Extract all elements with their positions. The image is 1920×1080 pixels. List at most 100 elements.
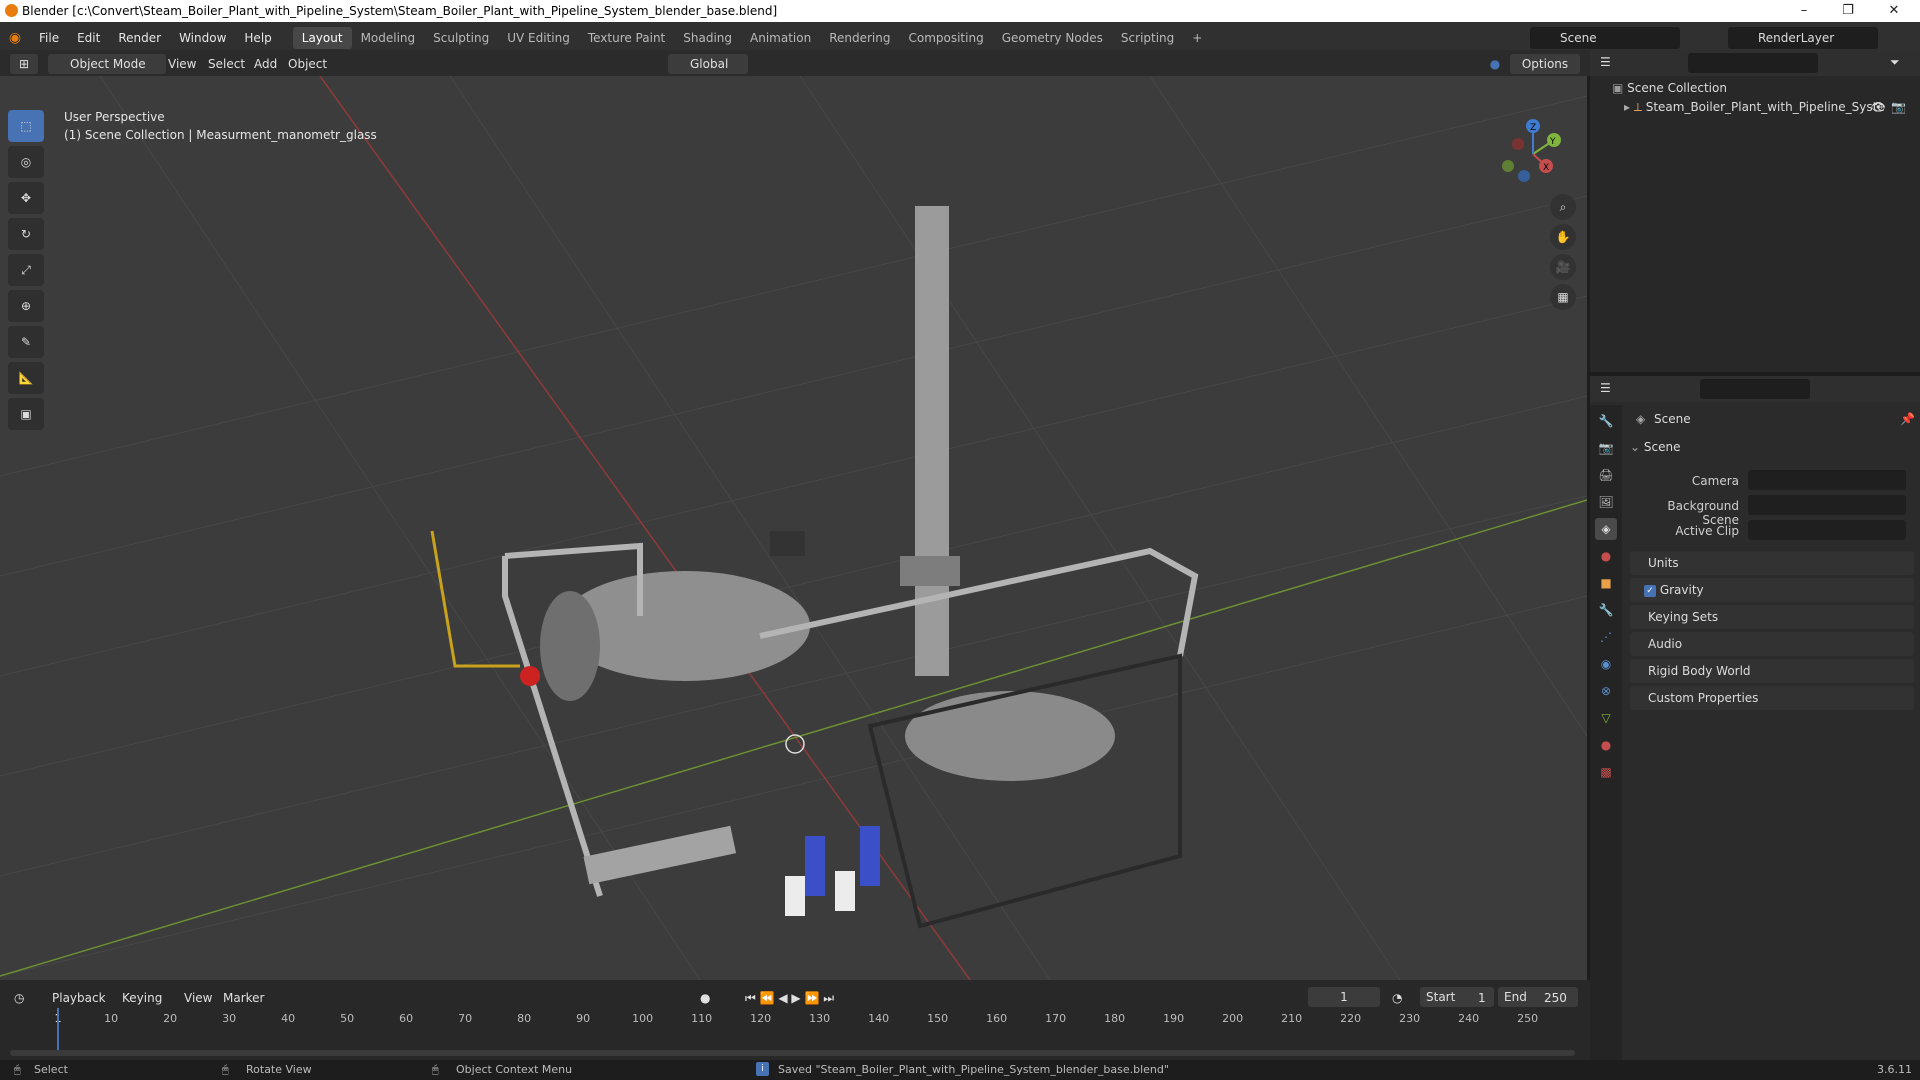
rotate-icon[interactable]: ↻ — [8, 218, 44, 250]
menu-view[interactable]: View — [168, 54, 196, 74]
frame-tick: 90 — [576, 1012, 591, 1025]
tool-tab-icon[interactable]: 🔧 — [1595, 410, 1617, 432]
object-tab-icon[interactable]: ■ — [1595, 572, 1617, 594]
modifier-tab-icon[interactable]: 🔧 — [1595, 599, 1617, 621]
expand-arrow-icon[interactable]: ▸ — [1624, 100, 1630, 114]
scene-selector[interactable]: Scene — [1530, 27, 1680, 49]
menu-timeline-view[interactable]: View — [184, 988, 212, 1008]
orientation-dropdown[interactable]: Global — [668, 54, 749, 74]
panel-audio[interactable]: Audio — [1630, 632, 1914, 656]
mode-dropdown[interactable]: Object Mode — [48, 54, 166, 74]
gravity-checkbox[interactable]: ✓ — [1644, 584, 1656, 597]
camera-view-icon[interactable]: 🎥 — [1550, 254, 1576, 280]
view-layer-selector[interactable]: RenderLayer — [1728, 27, 1878, 49]
pan-hand-icon[interactable]: ✋ — [1550, 224, 1576, 250]
move-icon[interactable]: ✥ — [8, 182, 44, 214]
navigation-buttons: ⌕ ✋ 🎥 ▦ — [1550, 194, 1576, 314]
world-tab-icon[interactable]: ● — [1595, 545, 1617, 567]
panel-keying-sets[interactable]: Keying Sets — [1630, 605, 1914, 629]
playhead[interactable] — [57, 1008, 59, 1054]
output-tab-icon[interactable]: 🖨 — [1595, 464, 1617, 486]
frame-ruler[interactable]: 1102030405060708090100110120130140150160… — [0, 1010, 1590, 1030]
collapse-arrow-icon[interactable]: ⌄ — [1630, 440, 1640, 454]
tab-geometry-nodes[interactable]: Geometry Nodes — [993, 27, 1112, 49]
tab-compositing[interactable]: Compositing — [899, 27, 992, 49]
annotate-icon[interactable]: ✎ — [8, 326, 44, 358]
3d-viewport[interactable]: User Perspective (1) Scene Collection | … — [0, 76, 1587, 980]
cursor-icon[interactable]: ◎ — [8, 146, 44, 178]
record-icon[interactable]: ● — [700, 988, 710, 1008]
panel-rigid-body-world[interactable]: Rigid Body World — [1630, 659, 1914, 683]
add-cube-icon[interactable]: ▣ — [8, 398, 44, 430]
outliner-editor-icon[interactable]: ☰ — [1600, 55, 1611, 69]
scale-icon[interactable]: ⤢ — [8, 254, 44, 286]
tab-uv-editing[interactable]: UV Editing — [498, 27, 579, 49]
particles-tab-icon[interactable]: ⋰ — [1595, 626, 1617, 648]
properties-editor-icon[interactable]: ☰ — [1600, 381, 1611, 395]
visibility-eye-icon[interactable]: 👁 — [1871, 100, 1886, 114]
measure-icon[interactable]: 📐 — [8, 362, 44, 394]
tab-rendering[interactable]: Rendering — [820, 27, 899, 49]
render-tab-icon[interactable]: 📷 — [1595, 437, 1617, 459]
outliner-search-input[interactable] — [1688, 53, 1818, 73]
panel-audio-label: Audio — [1648, 637, 1683, 651]
active-clip-input[interactable] — [1748, 520, 1906, 540]
end-value: 250 — [1544, 991, 1567, 1005]
gizmo-y-label: Y — [1549, 137, 1556, 147]
background-scene-field[interactable]: Background Scene — [1640, 495, 1914, 527]
add-workspace-button[interactable]: + — [1183, 27, 1211, 49]
active-clip-field[interactable]: Active Clip — [1640, 520, 1914, 542]
filter-icon[interactable]: ⏷ — [1890, 55, 1900, 70]
menu-marker[interactable]: Marker — [223, 988, 264, 1008]
preview-range-icon[interactable]: ◔ — [1392, 988, 1402, 1008]
close-button[interactable]: ✕ — [1872, 0, 1916, 22]
panel-units[interactable]: Units — [1630, 551, 1914, 575]
menu-select[interactable]: Select — [208, 54, 245, 74]
menu-add[interactable]: Add — [254, 54, 277, 74]
menu-keying[interactable]: Keying — [122, 988, 162, 1008]
options-dropdown[interactable]: Options — [1510, 54, 1580, 74]
select-box-icon[interactable]: ⬚ — [8, 110, 44, 142]
minimize-button[interactable]: – — [1782, 0, 1826, 22]
tab-sculpting[interactable]: Sculpting — [424, 27, 498, 49]
navigation-gizmo[interactable]: Y X Z — [1488, 114, 1578, 194]
render-camera-icon[interactable]: 📷 — [1891, 100, 1906, 114]
tab-shading[interactable]: Shading — [674, 27, 741, 49]
editor-type-icon[interactable]: ⊞ — [10, 54, 38, 74]
timeline-scrollbar[interactable] — [10, 1050, 1575, 1056]
data-tab-icon[interactable]: ▽ — [1595, 707, 1617, 729]
camera-input[interactable] — [1748, 470, 1906, 490]
tab-texture-paint[interactable]: Texture Paint — [579, 27, 674, 49]
panel-custom-properties[interactable]: Custom Properties — [1630, 686, 1914, 710]
physics-tab-icon[interactable]: ◉ — [1595, 653, 1617, 675]
constraints-tab-icon[interactable]: ⊗ — [1595, 680, 1617, 702]
grid-view-icon[interactable]: ▦ — [1550, 284, 1576, 310]
scene-collection-row[interactable]: ▣ Scene Collection — [1612, 81, 1727, 95]
background-scene-input[interactable] — [1748, 495, 1906, 515]
tab-modeling[interactable]: Modeling — [352, 27, 425, 49]
zoom-icon[interactable]: ⌕ — [1550, 194, 1576, 220]
menu-object[interactable]: Object — [288, 54, 327, 74]
timeline-editor-icon[interactable]: ◷ — [14, 988, 24, 1008]
tab-scripting[interactable]: Scripting — [1112, 27, 1183, 49]
pin-icon[interactable]: 📌 — [1900, 412, 1915, 426]
blender-menu-icon[interactable]: ◉ — [0, 30, 30, 46]
tab-layout[interactable]: Layout — [292, 27, 352, 49]
properties-search-input[interactable] — [1700, 379, 1810, 399]
current-frame-field[interactable]: 1 — [1308, 987, 1380, 1007]
menu-playback[interactable]: Playback — [52, 988, 106, 1008]
scene-tab-icon[interactable]: ◈ — [1595, 518, 1617, 540]
texture-tab-icon[interactable]: ▩ — [1595, 761, 1617, 783]
panel-gravity[interactable]: ✓ Gravity — [1630, 578, 1914, 602]
material-tab-icon[interactable]: ● — [1595, 734, 1617, 756]
view-layer-tab-icon[interactable]: 🖼 — [1595, 491, 1617, 513]
properties-title: Scene — [1654, 412, 1691, 426]
playback-controls[interactable]: ⏮ ⏪ ◀ ▶ ⏩ ⏭ — [745, 988, 834, 1008]
maximize-button[interactable]: ❐ — [1826, 0, 1870, 22]
transform-icon[interactable]: ⊕ — [8, 290, 44, 322]
outliner-item[interactable]: ▸ ⟂ Steam_Boiler_Plant_with_Pipeline_Sys… — [1624, 100, 1914, 120]
tab-animation[interactable]: Animation — [741, 27, 820, 49]
scene-section-header[interactable]: ⌄ Scene — [1630, 440, 1914, 462]
shading-solid-icon[interactable]: ● — [1480, 54, 1510, 74]
camera-field[interactable]: Camera — [1640, 470, 1914, 492]
